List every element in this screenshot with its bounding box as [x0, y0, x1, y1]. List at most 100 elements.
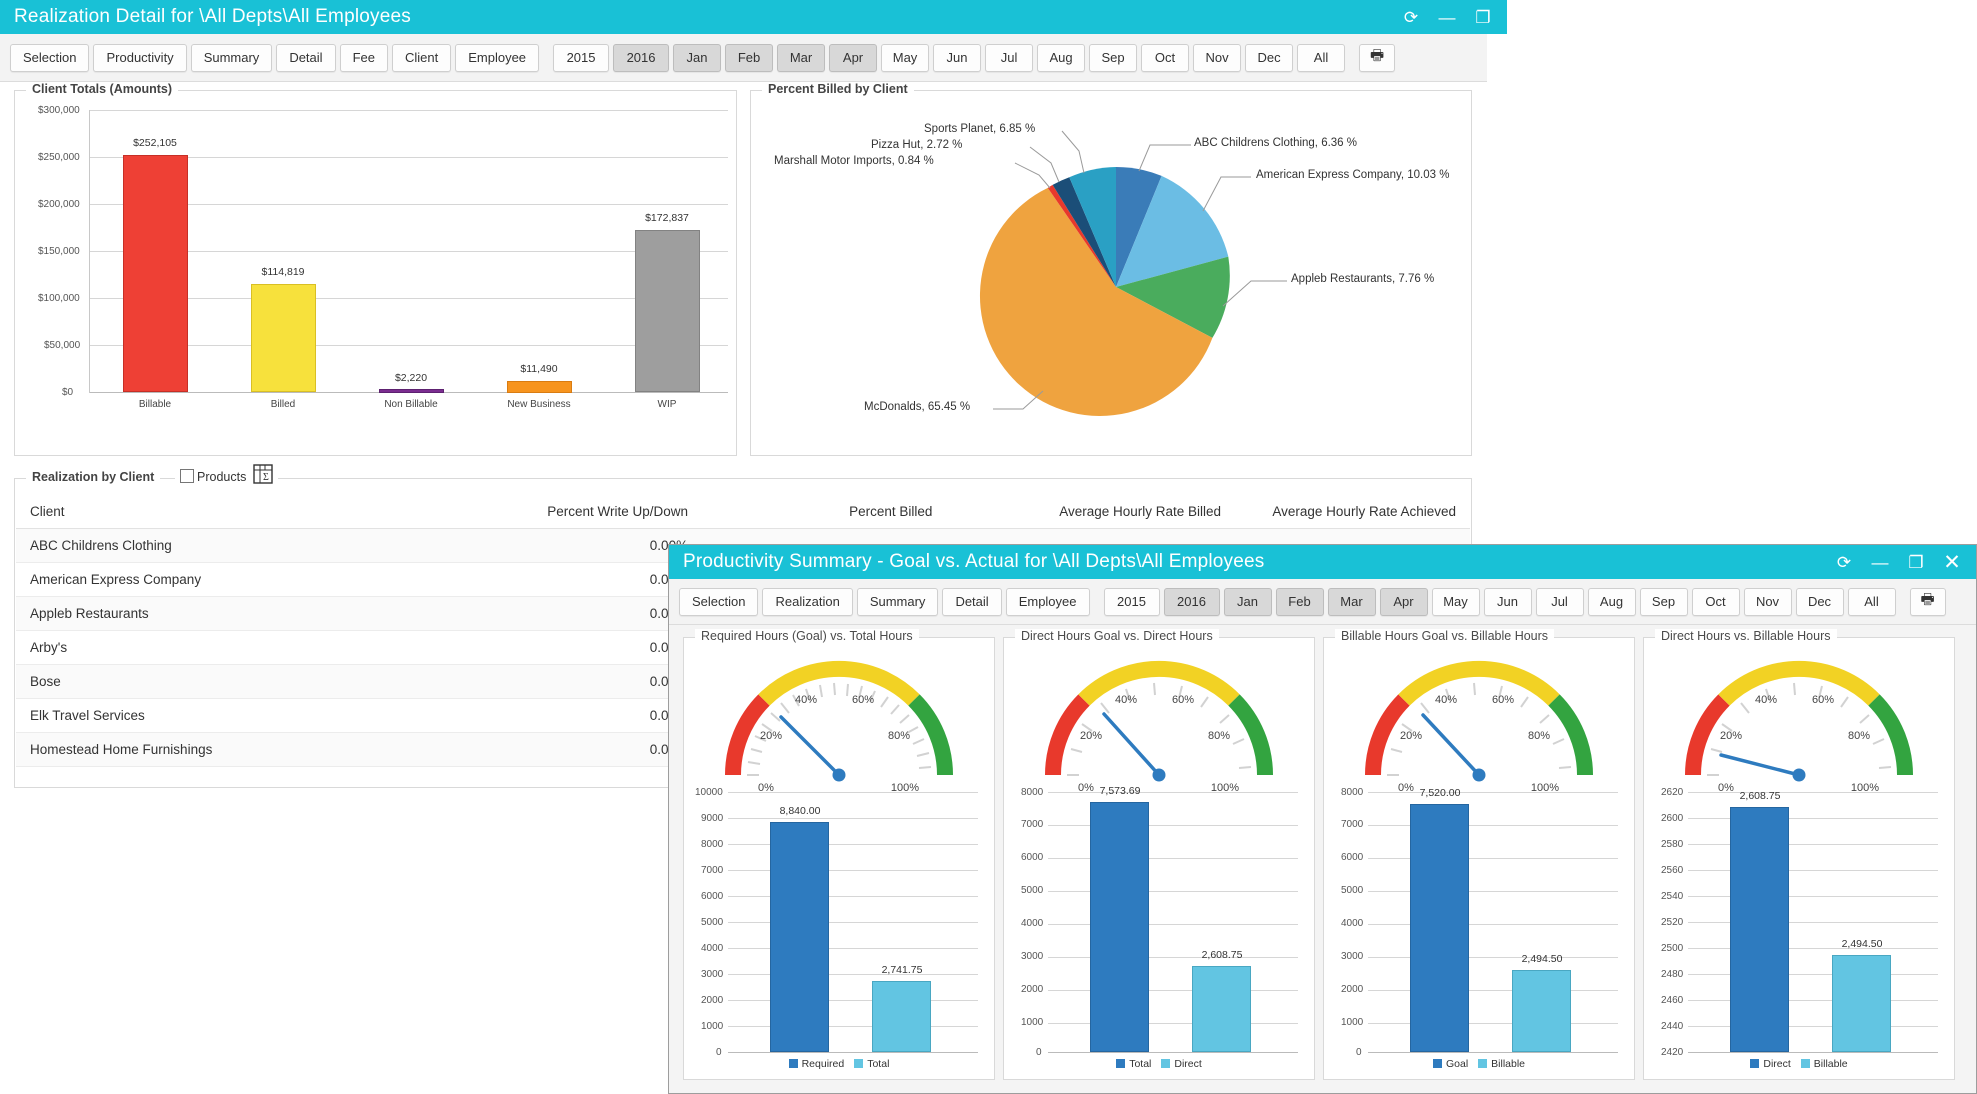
month-feb[interactable]: Feb — [725, 44, 773, 72]
pie-callout-mcdonalds: McDonalds, 65.45 % — [864, 401, 970, 413]
month-sep[interactable]: Sep — [1640, 588, 1688, 616]
svg-text:80%: 80% — [888, 730, 910, 742]
category-label: Billable — [100, 399, 210, 410]
col-avg-hourly-rate-billed[interactable]: Average Hourly Rate Billed — [946, 495, 1235, 529]
y-tick-label: 4000 — [1021, 918, 1043, 929]
minimize-icon[interactable]: — — [1862, 547, 1898, 577]
tab-productivity[interactable]: Productivity — [93, 44, 186, 72]
month-oct[interactable]: Oct — [1141, 44, 1189, 72]
products-checkbox[interactable]: Products — [175, 469, 251, 484]
y-tick-label: 2580 — [1661, 839, 1683, 850]
year-2015[interactable]: 2015 — [553, 44, 609, 72]
col-percent-write-up-down[interactable]: Percent Write Up/Down — [492, 495, 702, 529]
y-tick-label: $50,000 — [44, 340, 80, 351]
refresh-icon[interactable]: ⟳ — [1393, 2, 1429, 32]
month-feb[interactable]: Feb — [1276, 588, 1324, 616]
month-jan[interactable]: Jan — [1224, 588, 1272, 616]
tab-detail[interactable]: Detail — [276, 44, 335, 72]
tab-detail[interactable]: Detail — [942, 588, 1001, 616]
legend-swatch — [854, 1059, 863, 1068]
y-tick-label: 1000 — [701, 1021, 723, 1032]
bar-direct — [1730, 807, 1789, 1052]
gauge-direct-goal-vs-direct: 0% 20% 40% 60% 80% 100% — [1004, 650, 1314, 792]
month-apr[interactable]: Apr — [829, 44, 877, 72]
col-avg-hourly-rate-achieved[interactable]: Average Hourly Rate Achieved — [1235, 495, 1470, 529]
cell-client: Homestead Home Furnishings — [16, 733, 492, 767]
window1-titlebar[interactable]: Realization Detail for \All Depts\All Em… — [0, 0, 1507, 34]
month-apr[interactable]: Apr — [1380, 588, 1428, 616]
y-tick-label: 2560 — [1661, 865, 1683, 876]
gridline — [1048, 1052, 1298, 1053]
close-icon[interactable]: ✕ — [1934, 547, 1970, 577]
tab-employee[interactable]: Employee — [1006, 588, 1090, 616]
gridline — [1688, 1026, 1938, 1027]
tab-employee[interactable]: Employee — [455, 44, 539, 72]
tab-realization[interactable]: Realization — [762, 588, 852, 616]
gauge-direct-vs-billable: 0% 20% 40% 60% 80% 100% — [1644, 650, 1954, 792]
svg-text:40%: 40% — [1755, 694, 1777, 706]
tab-selection[interactable]: Selection — [10, 44, 89, 72]
print-button[interactable]: 🖶 — [1359, 44, 1395, 72]
month-mar[interactable]: Mar — [777, 44, 825, 72]
bar-value-label: $172,837 — [612, 212, 722, 224]
svg-text:80%: 80% — [1848, 730, 1870, 742]
checkbox-box[interactable] — [180, 469, 194, 483]
refresh-icon[interactable]: ⟳ — [1826, 547, 1862, 577]
tab-summary[interactable]: Summary — [857, 588, 939, 616]
restore-icon[interactable]: ❐ — [1465, 2, 1501, 32]
svg-text:60%: 60% — [1172, 694, 1194, 706]
month-nov[interactable]: Nov — [1744, 588, 1792, 616]
month-mar[interactable]: Mar — [1328, 588, 1376, 616]
tab-client[interactable]: Client — [392, 44, 451, 72]
year-2016[interactable]: 2016 — [1164, 588, 1220, 616]
col-client[interactable]: Client — [16, 495, 492, 529]
month-jul[interactable]: Jul — [1536, 588, 1584, 616]
print-button[interactable]: 🖶 — [1910, 588, 1946, 616]
month-dec[interactable]: Dec — [1796, 588, 1844, 616]
month-aug[interactable]: Aug — [1037, 44, 1085, 72]
month-all[interactable]: All — [1297, 44, 1345, 72]
window2-toolbar[interactable]: Selection Realization Summary Detail Emp… — [669, 579, 1976, 625]
window1-toolbar[interactable]: Selection Productivity Summary Detail Fe… — [0, 34, 1487, 82]
col-percent-billed[interactable]: Percent Billed — [702, 495, 946, 529]
required-vs-total-panel: Required Hours (Goal) vs. Total Hours — [683, 637, 995, 1080]
month-jul[interactable]: Jul — [985, 44, 1033, 72]
tab-fee[interactable]: Fee — [340, 44, 388, 72]
legend-item: Required — [789, 1058, 845, 1070]
month-jun[interactable]: Jun — [1484, 588, 1532, 616]
month-all[interactable]: All — [1848, 588, 1896, 616]
month-nov[interactable]: Nov — [1193, 44, 1241, 72]
month-jun[interactable]: Jun — [933, 44, 981, 72]
bar-value-label: 2,608.75 — [1714, 790, 1806, 802]
legend-swatch — [1750, 1059, 1759, 1068]
bar-billable — [1512, 970, 1571, 1052]
month-may[interactable]: May — [881, 44, 929, 72]
y-tick-label: 8000 — [1341, 787, 1363, 798]
month-dec[interactable]: Dec — [1245, 44, 1293, 72]
window2-titlebar[interactable]: Productivity Summary - Goal vs. Actual f… — [669, 545, 1976, 579]
year-2016[interactable]: 2016 — [613, 44, 669, 72]
y-tick-label: 2600 — [1661, 813, 1683, 824]
client-totals-panel: Client Totals (Amounts) $300,000 $250,00… — [14, 90, 737, 456]
tab-selection[interactable]: Selection — [679, 588, 758, 616]
y-tick-label: 5000 — [1341, 885, 1363, 896]
client-totals-title: Client Totals (Amounts) — [26, 82, 178, 96]
legend-swatch — [789, 1059, 798, 1068]
legend-item: Direct — [1750, 1058, 1790, 1070]
month-oct[interactable]: Oct — [1692, 588, 1740, 616]
month-jan[interactable]: Jan — [673, 44, 721, 72]
gridline — [728, 1000, 978, 1001]
svg-text:0%: 0% — [758, 782, 774, 792]
month-sep[interactable]: Sep — [1089, 44, 1137, 72]
month-may[interactable]: May — [1432, 588, 1480, 616]
year-2015[interactable]: 2015 — [1104, 588, 1160, 616]
bar-total — [872, 981, 931, 1052]
spreadsheet-sum-icon[interactable]: Σ — [248, 463, 278, 490]
restore-icon[interactable]: ❐ — [1898, 547, 1934, 577]
month-aug[interactable]: Aug — [1588, 588, 1636, 616]
tab-summary[interactable]: Summary — [191, 44, 273, 72]
gridline — [728, 1052, 978, 1053]
minimize-icon[interactable]: — — [1429, 2, 1465, 32]
direct-vs-billable-panel: Direct Hours vs. Billable Hours 0% 20% 4… — [1643, 637, 1955, 1080]
productivity-summary-window[interactable]: Productivity Summary - Goal vs. Actual f… — [668, 544, 1977, 1094]
